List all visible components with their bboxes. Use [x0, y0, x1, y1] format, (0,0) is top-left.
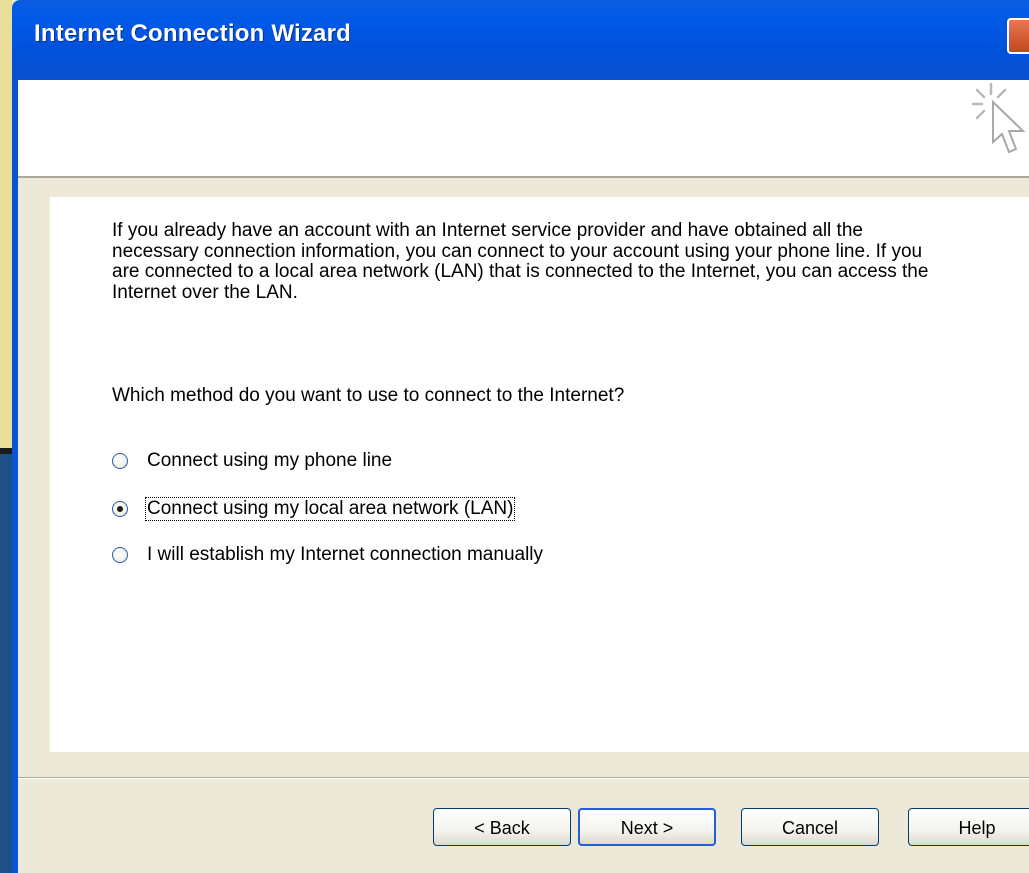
desktop-background-lower — [0, 454, 12, 873]
wizard-cursor-icon — [971, 82, 1026, 154]
option-label: Connect using my local area network (LAN… — [144, 497, 516, 521]
wizard-header — [18, 80, 1029, 178]
desktop-background — [0, 0, 12, 448]
radio-manual[interactable] — [112, 547, 128, 563]
close-icon[interactable] — [1007, 18, 1029, 54]
back-button[interactable]: < Back — [433, 808, 571, 846]
wizard-dialog: If you already have an account with an I… — [12, 80, 1029, 873]
option-label: Connect using my phone line — [147, 450, 393, 471]
help-button[interactable]: Help — [908, 808, 1029, 846]
cancel-button[interactable]: Cancel — [741, 808, 879, 846]
question-text: Which method do you want to use to conne… — [112, 385, 625, 406]
radio-lan[interactable] — [112, 501, 128, 517]
radio-phone-line[interactable] — [112, 453, 128, 469]
next-button[interactable]: Next > — [578, 808, 716, 846]
intro-text: If you already have an account with an I… — [112, 220, 929, 303]
window-title: Internet Connection Wizard — [34, 20, 351, 47]
option-label: I will establish my Internet connection … — [147, 544, 544, 565]
wizard-content: If you already have an account with an I… — [50, 197, 1029, 752]
footer-separator — [18, 777, 1029, 779]
title-bar[interactable]: Internet Connection Wizard — [12, 0, 1029, 80]
